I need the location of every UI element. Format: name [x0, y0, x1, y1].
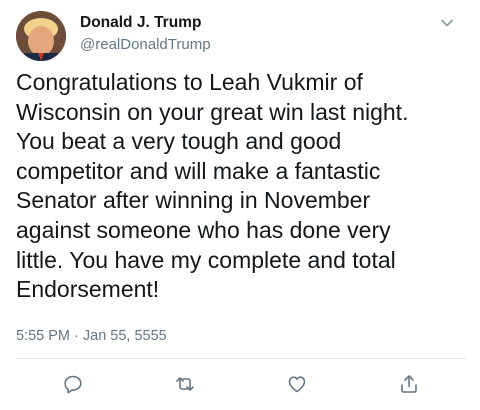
avatar-image [16, 11, 66, 61]
tweet-text: Congratulations to Leah Vukmir of Wiscon… [16, 69, 409, 303]
author-handle[interactable]: @realDonaldTrump [80, 36, 211, 53]
retweet-icon[interactable] [174, 373, 196, 395]
tweet-card: Donald J. Trump @realDonaldTrump Congrat… [0, 0, 480, 410]
share-icon[interactable] [398, 373, 420, 395]
avatar[interactable] [16, 11, 66, 61]
heart-icon[interactable] [286, 373, 308, 395]
author-display-name[interactable]: Donald J. Trump [80, 14, 201, 32]
chevron-down-icon[interactable] [438, 14, 456, 32]
tweet-timestamp[interactable]: 5:55 PM · Jan 55, 5555 [16, 328, 167, 344]
divider [16, 358, 466, 359]
reply-icon[interactable] [62, 373, 84, 395]
